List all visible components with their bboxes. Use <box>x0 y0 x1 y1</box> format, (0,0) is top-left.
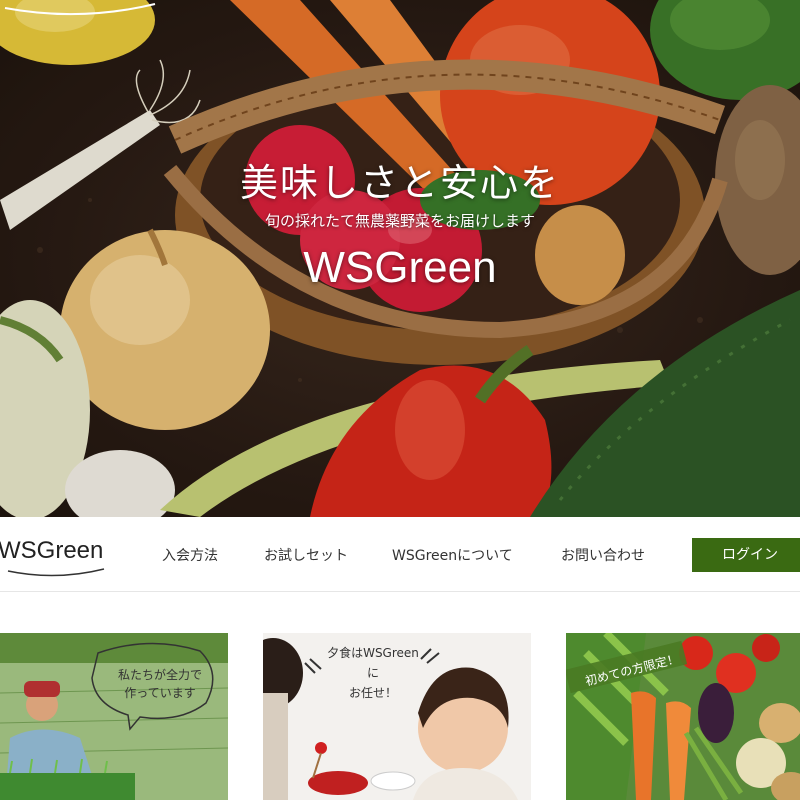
nav-link-trial-set[interactable]: お試しセット <box>264 545 348 565</box>
main-navigation: WSGreen 入会方法 お試しセット WSGreenについて お問い合わせ ロ… <box>0 517 800 592</box>
card-farmers[interactable]: 私たちが全力で 作っています <box>0 633 228 800</box>
card-first-time-offer[interactable]: 初めての方限定！ <box>566 633 800 800</box>
card-dinner[interactable]: 夕食はWSGreenに お任せ！ <box>263 633 531 800</box>
dinner-speech-text: 夕食はWSGreenに お任せ！ <box>327 646 419 700</box>
nav-link-join[interactable]: 入会方法 <box>162 545 218 565</box>
farmer-speech-bubble: 私たちが全力で 作っています <box>117 668 202 700</box>
nav-link-about[interactable]: WSGreenについて <box>392 545 513 565</box>
nav-link-contact[interactable]: お問い合わせ <box>561 545 645 565</box>
nav-logo-swoosh-icon <box>7 568 105 577</box>
hero-banner: 美味しさと安心を 旬の採れたて無農薬野菜をお届けします WSGreen <box>0 0 800 517</box>
login-button[interactable]: ログイン <box>692 538 800 572</box>
hero-vegetables-image <box>0 0 800 517</box>
farmer-photo <box>0 633 228 800</box>
nav-logo[interactable]: WSGreen <box>0 537 103 565</box>
